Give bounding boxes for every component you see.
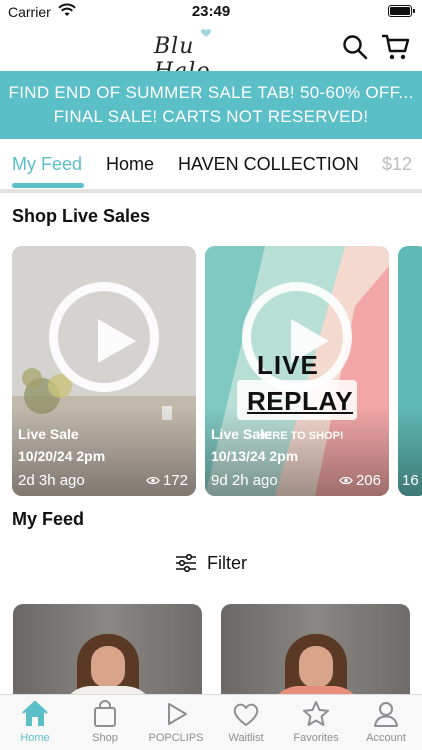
- person-icon: [374, 702, 398, 727]
- promo-banner[interactable]: FIND END OF SUMMER SALE TAB! 50-60% OFF.…: [0, 71, 422, 139]
- search-icon[interactable]: [342, 34, 368, 60]
- clock: 23:49: [191, 3, 231, 20]
- nav-waitlist[interactable]: Waitlist: [211, 699, 281, 744]
- bag-icon: [94, 700, 116, 727]
- card-view-count: 172: [162, 472, 188, 489]
- live-sale-card[interactable]: LIVE REPLAY Live Sale HERE TO SHOP! 10/1…: [205, 246, 389, 496]
- overlay-replay-text: REPLAY: [247, 386, 354, 416]
- tab-12[interactable]: $12: [382, 154, 412, 175]
- nav-label: Home: [20, 732, 50, 744]
- nav-label: Waitlist: [228, 732, 264, 744]
- tab-haven-collection[interactable]: HAVEN COLLECTION: [178, 154, 359, 175]
- filter-label: Filter: [207, 552, 247, 573]
- tab-home[interactable]: Home: [106, 154, 154, 175]
- home-icon: [22, 700, 48, 726]
- play-icon: [49, 282, 159, 392]
- logo[interactable]: Blu Halo: [150, 28, 234, 84]
- section-title-my-feed: My Feed: [12, 509, 85, 529]
- section-title-live-sales: Shop Live Sales: [12, 206, 151, 226]
- card-date: 10/13/24 2pm: [211, 448, 299, 464]
- nav-shop[interactable]: Shop: [70, 699, 140, 744]
- filter-icon: [176, 554, 196, 572]
- tab-my-feed[interactable]: My Feed: [12, 154, 82, 175]
- cart-icon[interactable]: [380, 32, 410, 62]
- overlay-shop-text: HERE TO SHOP!: [257, 430, 344, 442]
- card-view-count: 206: [355, 472, 381, 489]
- card-time-ago: 2d 3h ago: [18, 472, 85, 489]
- card-views: 206: [339, 472, 381, 489]
- nav-label: Shop: [92, 732, 118, 744]
- filter-button[interactable]: Filter: [175, 551, 247, 575]
- nav-popclips[interactable]: POPCLIPS: [141, 699, 211, 744]
- banner-line-1: FIND END OF SUMMER SALE TAB! 50-60% OFF.…: [8, 83, 414, 102]
- category-tabs: My Feed Home HAVEN COLLECTION $12: [0, 139, 422, 193]
- live-sale-card[interactable]: 16: [398, 246, 422, 496]
- tab-active-indicator: [12, 183, 84, 188]
- overlay-live-text: LIVE: [257, 350, 319, 380]
- heart-logo-icon: [201, 28, 211, 37]
- eye-icon: [339, 476, 353, 485]
- nav-label: Favorites: [293, 732, 339, 744]
- eye-icon: [146, 476, 160, 485]
- heart-icon: [233, 703, 259, 726]
- nav-home[interactable]: Home: [0, 699, 70, 744]
- card-label: Live Sale: [18, 426, 79, 442]
- app-header: Blu Halo: [0, 24, 422, 84]
- card-views: 172: [146, 472, 188, 489]
- star-icon: [303, 701, 329, 726]
- banner-line-2: FINAL SALE! CARTS NOT RESERVED!: [53, 107, 369, 126]
- battery-icon: [388, 5, 415, 17]
- card-time-ago: 16: [402, 472, 419, 489]
- nav-label: Account: [366, 732, 406, 744]
- feed-item[interactable]: [13, 604, 202, 704]
- nav-label: POPCLIPS: [148, 732, 204, 744]
- feed-item[interactable]: [221, 604, 410, 704]
- status-bar: Carrier 23:49: [0, 0, 422, 24]
- card-time-ago: 9d 2h ago: [211, 472, 278, 489]
- play-icon: [168, 703, 187, 725]
- bottom-nav: Home Shop POPCLIPS Waitlist Favorites Ac…: [0, 694, 422, 750]
- live-sale-card[interactable]: Live Sale 10/20/24 2pm 2d 3h ago 172: [12, 246, 196, 496]
- nav-account[interactable]: Account: [351, 699, 421, 744]
- card-date: 10/20/24 2pm: [18, 448, 106, 464]
- nav-favorites[interactable]: Favorites: [281, 699, 351, 744]
